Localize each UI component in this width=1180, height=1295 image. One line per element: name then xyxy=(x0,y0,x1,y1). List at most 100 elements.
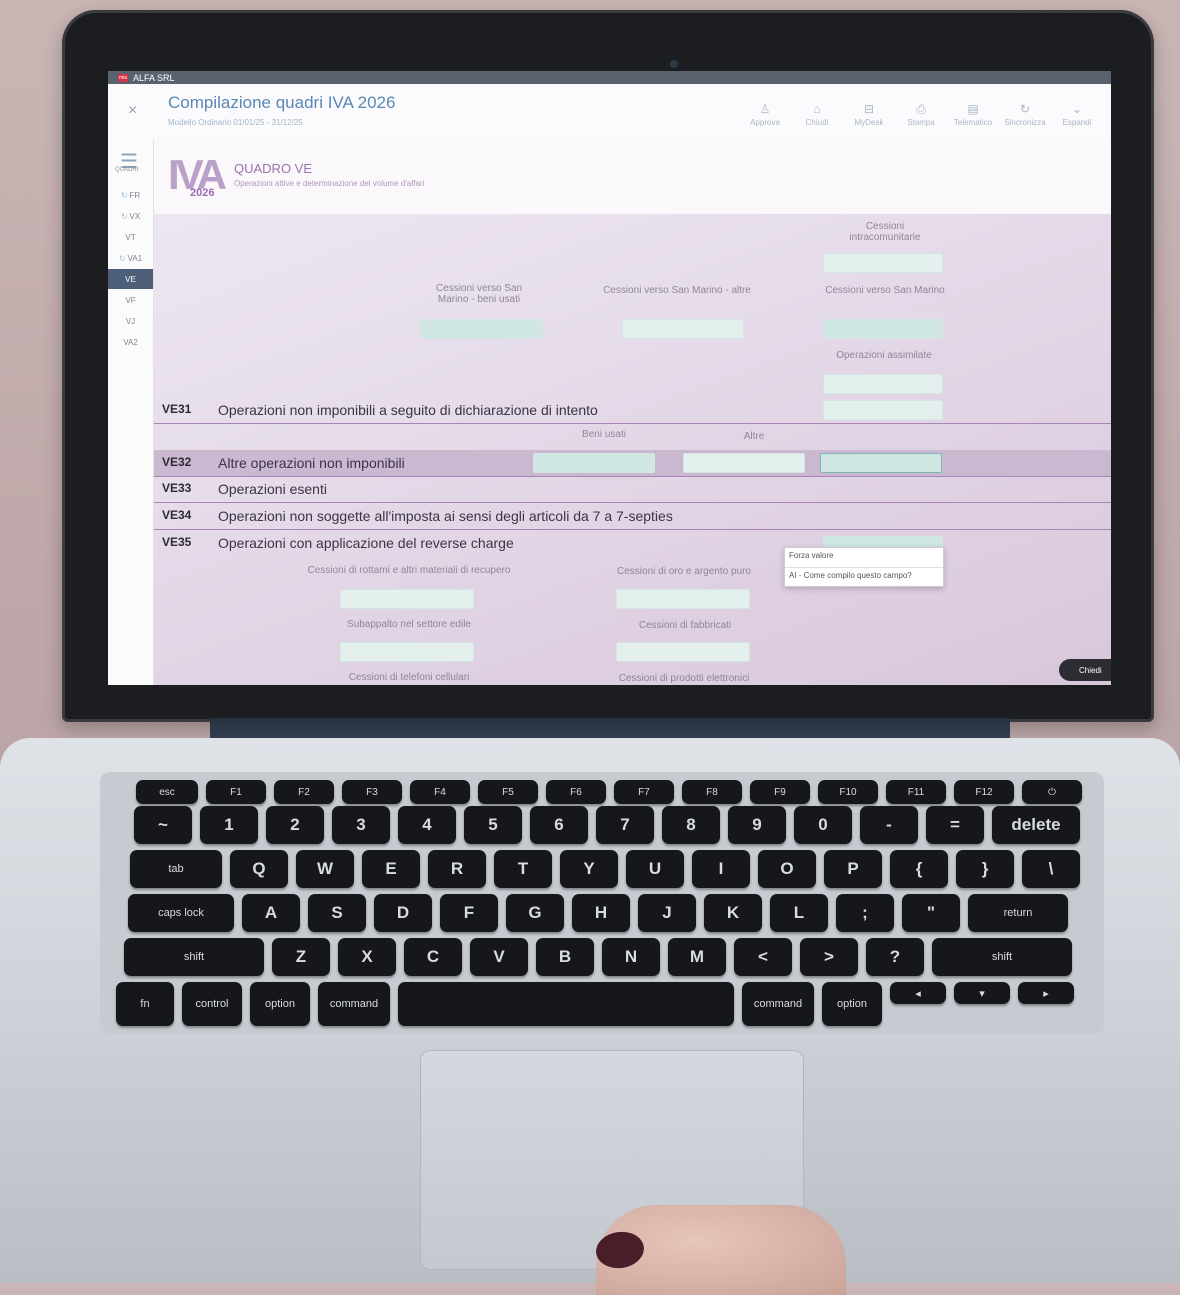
key[interactable]: F11 xyxy=(886,780,946,804)
key[interactable]: 1 xyxy=(200,806,258,844)
key[interactable]: esc xyxy=(136,780,198,804)
key[interactable]: V xyxy=(470,938,528,976)
key[interactable]: 0 xyxy=(794,806,852,844)
key[interactable]: F8 xyxy=(682,780,742,804)
sidebar-item-ve[interactable]: VE xyxy=(108,269,153,289)
key[interactable]: > xyxy=(800,938,858,976)
key[interactable]: D xyxy=(374,894,432,932)
key[interactable]: shift xyxy=(932,938,1072,976)
telematico-button[interactable]: ▤ Telematico xyxy=(947,102,999,127)
key[interactable]: return xyxy=(968,894,1068,932)
key[interactable]: ? xyxy=(866,938,924,976)
key[interactable]: Q xyxy=(230,850,288,888)
key[interactable]: C xyxy=(404,938,462,976)
key[interactable]: F5 xyxy=(478,780,538,804)
key[interactable]: - xyxy=(860,806,918,844)
key[interactable]: F10 xyxy=(818,780,878,804)
key[interactable]: M xyxy=(668,938,726,976)
key[interactable]: 3 xyxy=(332,806,390,844)
key[interactable]: < xyxy=(734,938,792,976)
field-op-assimilate[interactable] xyxy=(823,374,943,394)
key[interactable]: control xyxy=(182,982,242,1026)
key[interactable]: F2 xyxy=(274,780,334,804)
key[interactable]: P xyxy=(824,850,882,888)
key[interactable]: L xyxy=(770,894,828,932)
key[interactable]: F9 xyxy=(750,780,810,804)
field-ve32-beni-usati[interactable] xyxy=(533,453,655,473)
field-rottami[interactable] xyxy=(340,589,474,609)
sidebar-item-fr[interactable]: ↻ FR xyxy=(108,185,153,205)
key[interactable]: ; xyxy=(836,894,894,932)
field-subappalto[interactable] xyxy=(340,642,474,662)
field-cessioni-intra[interactable] xyxy=(823,253,943,273)
key[interactable]: ▾ xyxy=(954,982,1010,1004)
approve-button[interactable]: ♙ Approva xyxy=(739,102,791,127)
key[interactable]: 9 xyxy=(728,806,786,844)
key[interactable]: fn xyxy=(116,982,174,1026)
sidebar-item-vx[interactable]: ↻ VX xyxy=(108,206,153,226)
key[interactable]: delete xyxy=(992,806,1080,844)
key[interactable]: 6 xyxy=(530,806,588,844)
key[interactable]: S xyxy=(308,894,366,932)
field-sm-altre[interactable] xyxy=(622,319,744,339)
key[interactable]: Y xyxy=(560,850,618,888)
field-ve31[interactable] xyxy=(823,400,943,420)
mydesk-button[interactable]: ⊟ MyDesk xyxy=(843,102,895,127)
field-fabbricati[interactable] xyxy=(616,642,750,662)
key[interactable]: " xyxy=(902,894,960,932)
key[interactable]: U xyxy=(626,850,684,888)
key[interactable]: command xyxy=(742,982,814,1026)
field-ve32-totale[interactable] xyxy=(820,453,942,473)
key[interactable]: K xyxy=(704,894,762,932)
sidebar-item-vf[interactable]: VF xyxy=(108,290,153,310)
key[interactable]: T xyxy=(494,850,552,888)
key[interactable]: ⏻ xyxy=(1022,780,1082,804)
close-icon[interactable]: × xyxy=(128,102,137,120)
key[interactable]: G xyxy=(506,894,564,932)
key[interactable]: W xyxy=(296,850,354,888)
key[interactable]: tab xyxy=(130,850,222,888)
key[interactable]: R xyxy=(428,850,486,888)
key[interactable]: H xyxy=(572,894,630,932)
field-sm-beni-usati[interactable] xyxy=(419,319,543,339)
key[interactable]: F6 xyxy=(546,780,606,804)
field-ve32-altre[interactable] xyxy=(683,453,805,473)
sidebar-item-vt[interactable]: VT xyxy=(108,227,153,247)
sidebar-item-vj[interactable]: VJ xyxy=(108,311,153,331)
key[interactable]: 8 xyxy=(662,806,720,844)
key[interactable]: } xyxy=(956,850,1014,888)
key[interactable]: 2 xyxy=(266,806,324,844)
key[interactable]: Z xyxy=(272,938,330,976)
menu-item-ai-help[interactable]: AI - Come compilo questo campo? xyxy=(785,567,943,587)
key[interactable]: F xyxy=(440,894,498,932)
key[interactable]: F4 xyxy=(410,780,470,804)
key[interactable]: X xyxy=(338,938,396,976)
key[interactable]: 5 xyxy=(464,806,522,844)
key[interactable] xyxy=(398,982,734,1026)
key[interactable]: shift xyxy=(124,938,264,976)
key[interactable]: J xyxy=(638,894,696,932)
field-oro[interactable] xyxy=(616,589,750,609)
ai-chat-button[interactable]: Chiedi xyxy=(1059,659,1111,681)
expand-button[interactable]: ⌄ Espandi xyxy=(1051,102,1103,127)
key[interactable]: B xyxy=(536,938,594,976)
key[interactable]: = xyxy=(926,806,984,844)
key[interactable]: I xyxy=(692,850,750,888)
field-sm[interactable] xyxy=(823,319,943,339)
key[interactable]: 7 xyxy=(596,806,654,844)
key[interactable]: E xyxy=(362,850,420,888)
key[interactable]: F7 xyxy=(614,780,674,804)
key[interactable]: F12 xyxy=(954,780,1014,804)
key[interactable]: ◂ xyxy=(890,982,946,1004)
key[interactable]: command xyxy=(318,982,390,1026)
sync-button[interactable]: ↻ Sincronizza xyxy=(999,102,1051,127)
key[interactable]: ~ xyxy=(134,806,192,844)
key[interactable]: \ xyxy=(1022,850,1080,888)
menu-item-force-value[interactable]: Forza valore xyxy=(785,548,943,567)
key[interactable]: option xyxy=(822,982,882,1026)
sidebar-item-va2[interactable]: VA2 xyxy=(108,332,153,352)
key[interactable]: caps lock xyxy=(128,894,234,932)
key[interactable]: { xyxy=(890,850,948,888)
sidebar-item-va1[interactable]: ↻ VA1 xyxy=(108,248,153,268)
key[interactable]: N xyxy=(602,938,660,976)
